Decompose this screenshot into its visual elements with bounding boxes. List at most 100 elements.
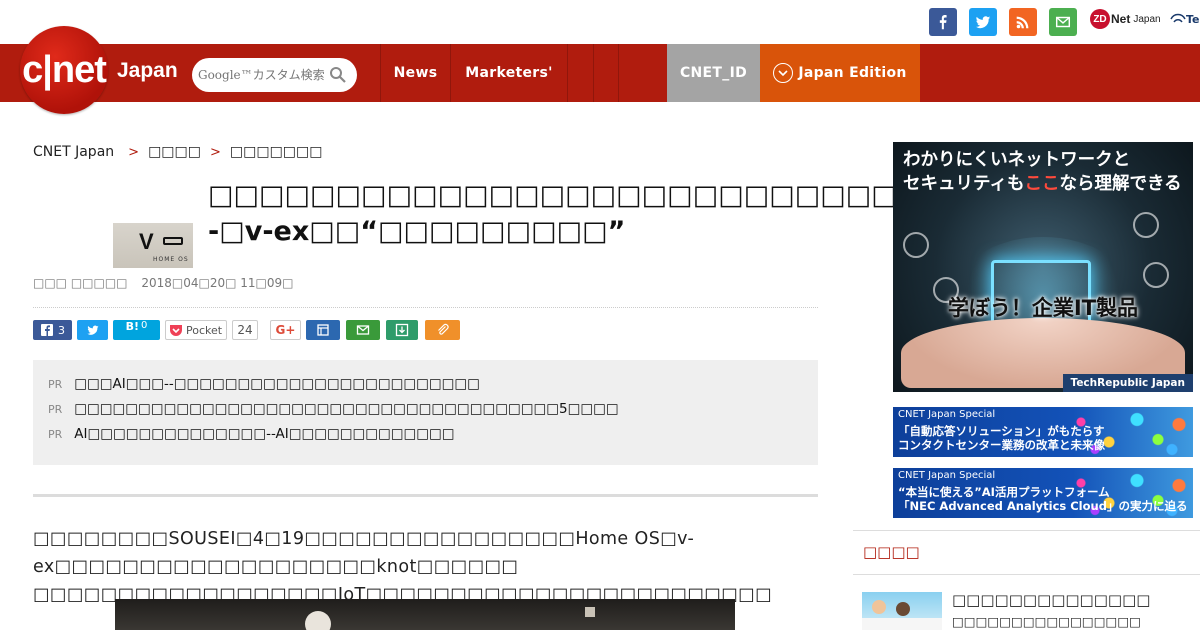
nav-cnet-id[interactable]: CNET_ID — [667, 44, 760, 102]
thumb-caption: HOME OS — [153, 256, 189, 263]
special-banner[interactable]: CNET Japan Special 「自動応答ソリューション」がもたらす コン… — [893, 407, 1193, 457]
search-icon[interactable] — [329, 66, 347, 84]
pocket-count: 24 — [232, 320, 258, 340]
edition-selector[interactable]: Japan Edition — [760, 44, 920, 102]
ad-headline-line1: わかりにくいネットワークと — [903, 150, 1131, 170]
pr-tag: PR — [48, 377, 63, 391]
twitter-icon — [86, 325, 99, 335]
pr-tag: PR — [48, 402, 63, 416]
thumb-desk — [862, 618, 942, 630]
ad-brand: TechRepublic Japan — [1062, 374, 1193, 392]
author: □□□ □□□□□ — [33, 276, 128, 290]
ad-headline-line2: セキュリティもここなら理解できる — [903, 174, 1182, 194]
nav-news[interactable]: News — [380, 44, 450, 102]
ad-tagline: 学ぼう！企業IT製品 — [947, 296, 1139, 320]
breadcrumb-section[interactable]: □□□□ — [148, 144, 201, 160]
article-title: □□□□□□□□□□□□□□□□□□□□□□□□□□□--□v-ex□□“□□□… — [208, 180, 908, 247]
zdnet-suffix: Japan — [1133, 13, 1161, 25]
ranking-item-title[interactable]: □□□□□□□□□□□□□□ — [952, 591, 1150, 609]
email-share-button[interactable] — [346, 320, 380, 340]
nav-item-5[interactable] — [618, 44, 643, 102]
edition-label: Japan Edition — [798, 65, 907, 81]
ad-decor-icon — [903, 232, 929, 258]
hatena-bookmark-button[interactable]: B! 0 — [113, 320, 160, 340]
utility-bar: ZD Net Japan Te — [0, 0, 1200, 44]
banner-text: “本当に使える”AI活用プラットフォーム 「NEC Advanced Analy… — [898, 485, 1188, 513]
clip-button[interactable] — [425, 320, 460, 340]
print-button[interactable] — [306, 320, 340, 340]
logo-text: c|net — [22, 48, 107, 91]
facebook-share-button[interactable]: 3 — [33, 320, 72, 340]
photo-light — [585, 607, 595, 617]
breadcrumb-home[interactable]: CNET Japan — [33, 144, 114, 160]
thumb-logo-bar — [163, 237, 183, 245]
pocket-label: Pocket — [186, 323, 223, 337]
zdnet-logo-icon: ZD — [1090, 9, 1110, 29]
hatena-label: B! — [125, 320, 140, 333]
ranking-header: □□□□ — [853, 530, 1200, 575]
thumb-person — [872, 600, 886, 614]
pr-item[interactable]: PR AI□□□□□□□□□□□□□□--AI□□□□□□□□□□□□□ — [48, 426, 455, 442]
zdnet-japan-link[interactable]: ZD Net Japan — [1090, 9, 1161, 29]
photo-light — [305, 611, 331, 630]
zdnet-label: Net — [1111, 12, 1131, 26]
thumb-person — [896, 602, 910, 616]
google-plus-button[interactable]: G+ — [270, 320, 301, 340]
mail-icon — [356, 325, 370, 335]
search-box — [192, 58, 357, 92]
facebook-icon[interactable] — [929, 8, 957, 36]
search-input[interactable] — [198, 68, 328, 82]
google-plus-icon: G+ — [275, 323, 296, 337]
pr-item[interactable]: PR □□□AI□□□--□□□□□□□□□□□□□□□□□□□□□□□□ — [48, 376, 480, 392]
chevron-down-icon — [773, 63, 794, 83]
tweet-button[interactable] — [77, 320, 108, 340]
techrepublic-logo-icon — [1170, 13, 1186, 23]
pr-tag: PR — [48, 427, 63, 441]
pr-links-box: PR □□□AI□□□--□□□□□□□□□□□□□□□□□□□□□□□□ PR… — [33, 360, 818, 465]
thumb-logo-text: V — [139, 229, 154, 254]
pocket-icon — [170, 325, 182, 336]
rss-icon[interactable] — [1009, 8, 1037, 36]
pr-link-text[interactable]: □□□□□□□□□□□□□□□□□□□□□□□□□□□□□□□□□□□□□□5□… — [74, 401, 618, 417]
nav-marketers[interactable]: Marketers' — [450, 44, 567, 102]
breadcrumb-separator: > — [209, 144, 221, 160]
ranking-heading: □□□□ — [863, 543, 920, 561]
special-banner[interactable]: CNET Japan Special “本当に使える”AI活用プラットフォーム … — [893, 468, 1193, 518]
banner-label: CNET Japan Special — [898, 409, 996, 420]
banner-text: 「自動応答ソリューション」がもたらす コンタクトセンター業務の改革と未来像 — [898, 424, 1105, 452]
pocket-button[interactable]: Pocket — [165, 320, 227, 340]
ad-decor-icon — [1133, 212, 1159, 238]
banner-label: CNET Japan Special — [898, 470, 996, 481]
cnet-logo[interactable]: c|net — [20, 26, 108, 114]
pr-item[interactable]: PR □□□□□□□□□□□□□□□□□□□□□□□□□□□□□□□□□□□□□… — [48, 401, 619, 417]
sidebar-ad-banner[interactable]: わかりにくいネットワークと セキュリティもここなら理解できる 学ぼう！企業IT製… — [893, 142, 1193, 392]
ad-headline: わかりにくいネットワークと セキュリティもここなら理解できる — [903, 148, 1182, 196]
paperclip-icon — [437, 323, 449, 335]
ad-decor-icon — [1143, 262, 1169, 288]
section-divider — [33, 494, 818, 497]
publish-date: 2018□04□20□ 11□09□ — [141, 276, 294, 290]
print-icon — [317, 324, 329, 336]
nav-item-4[interactable] — [593, 44, 618, 102]
facebook-icon — [41, 324, 53, 336]
article-lead: □□□□□□□□SOUSEI□4□19□□□□□□□□□□□□□□□□Home … — [33, 529, 773, 605]
article-photo — [115, 599, 735, 630]
breadcrumb-category[interactable]: □□□□□□□ — [230, 144, 323, 160]
mail-icon[interactable] — [1049, 8, 1077, 36]
breadcrumb-separator: > — [128, 144, 140, 160]
save-button[interactable] — [386, 320, 418, 340]
divider — [33, 307, 818, 308]
byline: □□□ □□□□□ 2018□04□20□ 11□09□ — [33, 276, 293, 290]
nav-item-3[interactable] — [567, 44, 593, 102]
article-thumbnail: V HOME OS — [113, 223, 193, 268]
ranking-item-subtitle: □□□□□□□□□□□□□□□□ — [952, 614, 1141, 629]
pr-link-text[interactable]: □□□AI□□□--□□□□□□□□□□□□□□□□□□□□□□□□ — [74, 376, 480, 392]
techrepublic-link[interactable]: Te — [1170, 12, 1200, 26]
techrepublic-label: Te — [1186, 12, 1200, 26]
logo-suffix: Japan — [117, 59, 178, 82]
breadcrumb: CNET Japan > □□□□ > □□□□□□□ — [33, 144, 322, 160]
twitter-icon[interactable] — [969, 8, 997, 36]
facebook-count: 3 — [58, 323, 65, 337]
ranking-thumbnail[interactable] — [862, 592, 942, 630]
pr-link-text[interactable]: AI□□□□□□□□□□□□□□--AI□□□□□□□□□□□□□ — [74, 426, 454, 442]
